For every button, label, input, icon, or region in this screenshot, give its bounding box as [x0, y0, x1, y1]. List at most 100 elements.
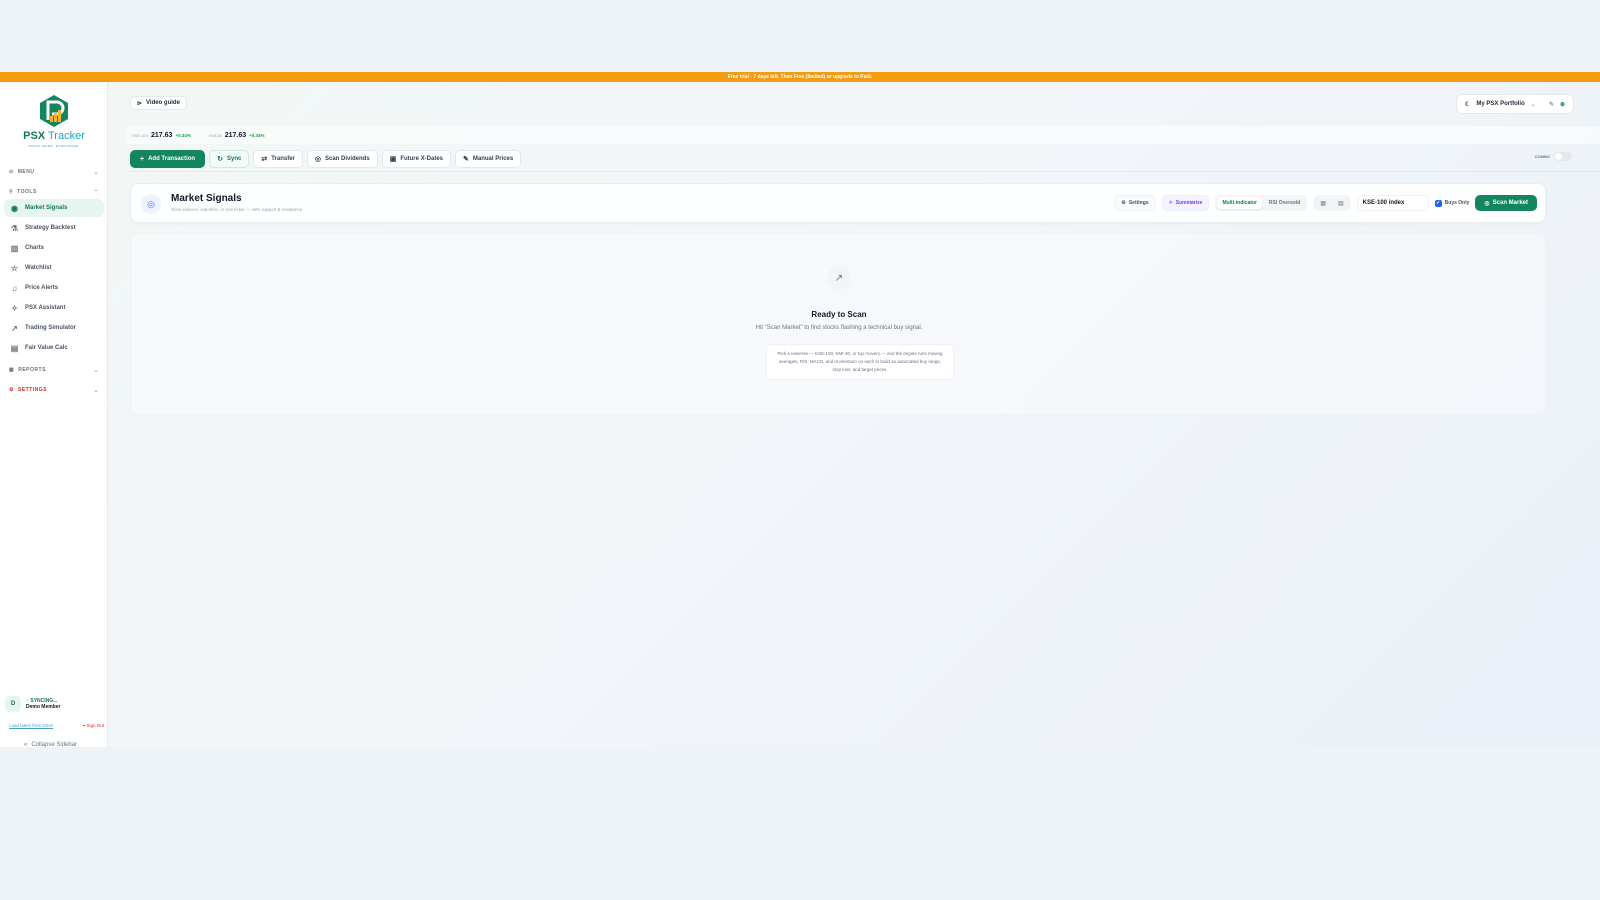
sidebar-item-label: Market Signals — [25, 205, 68, 211]
future-x-dates-button[interactable]: ▣ Future X-Dates — [381, 150, 451, 168]
bell-icon: ♫ — [11, 283, 18, 293]
add-transaction-label: Add Transaction — [148, 156, 196, 162]
radar-icon: ◎ — [1484, 200, 1490, 207]
manual-prices-button[interactable]: ✎ Manual Prices — [455, 150, 522, 168]
sidebar-item-strategy-backtest[interactable]: ⚗ Strategy Backtest — [4, 219, 104, 237]
user-meta: ◌ SYNCING... Demo Member — [26, 698, 60, 710]
play-circle-icon: ⊳ — [137, 100, 143, 107]
grid-view-icon[interactable]: ▦ — [1315, 197, 1331, 209]
sign-out-button[interactable]: ⇥ Sign Out — [81, 723, 104, 729]
index-change: +0.34% — [249, 133, 265, 138]
sidebar-item-label: Charts — [25, 245, 45, 251]
transfer-icon: ⇄ — [261, 156, 268, 163]
video-guide-label: Video guide — [146, 100, 180, 106]
sidebar-item-watchlist[interactable]: ☆ Watchlist — [4, 259, 104, 277]
star-icon: ☆ — [10, 263, 19, 273]
signal-controls: ⚙ Settings ✧ Summarize Multi-indicator R… — [1114, 195, 1537, 211]
brand-tagline: TRACK MORE. EARN MORE. — [28, 144, 80, 148]
buys-only-label: Buys Only — [1444, 200, 1470, 206]
sync-button[interactable]: ↻ Sync — [209, 150, 250, 168]
edit-icon[interactable]: ✎ — [1549, 101, 1554, 108]
tab-multi-indicator[interactable]: Multi-indicator — [1217, 197, 1262, 209]
universe-select[interactable]: KSE-100 index — [1356, 195, 1429, 211]
tab-rsi-oversold[interactable]: RSI Oversold — [1264, 197, 1305, 209]
sidebar-item-price-alerts[interactable]: ♫ Price Alerts — [4, 279, 104, 297]
summarize-button[interactable]: ✧ Summarize — [1161, 195, 1210, 211]
nav-section-settings[interactable]: ⚙ SETTINGS ⌄ — [9, 384, 99, 396]
chevron-down-icon: ⌄ — [93, 169, 99, 176]
sidebar: PSX Tracker TRACK MORE. EARN MORE. ⊙ MEN… — [0, 82, 108, 748]
sidebar-item-charts[interactable]: ▥ Charts — [4, 239, 104, 257]
index-label: KSE-100 — [132, 133, 149, 138]
sidebar-item-label: Watchlist — [25, 265, 52, 271]
add-transaction-button[interactable]: + Add Transaction — [130, 150, 206, 168]
trial-banner: Free trial · 7 days left. Then Free (lim… — [0, 72, 1600, 82]
buys-only-checkbox[interactable]: ✓ Buys Only — [1434, 199, 1470, 207]
coins-icon: ◎ — [314, 156, 321, 163]
bar-chart-icon: ▥ — [10, 243, 19, 253]
sidebar-item-label: Fair Value Calc — [25, 345, 68, 351]
chevron-up-icon: ⌃ — [93, 189, 99, 196]
collapse-sidebar-label: Collapse Sidebar — [31, 742, 78, 748]
sparkle-icon: ✧ — [11, 303, 18, 313]
sidebar-item-fair-value-calc[interactable]: ▤ Fair Value Calc — [4, 339, 104, 357]
app-shell: PSX Tracker TRACK MORE. EARN MORE. ⊙ MEN… — [0, 82, 1600, 748]
manual-prices-label: Manual Prices — [472, 156, 514, 162]
trial-banner-text: Free trial · 7 days left. Then Free (lim… — [727, 74, 873, 80]
gear-icon: ⚙ — [9, 387, 14, 393]
index-value: 217.63 — [151, 132, 173, 139]
sparkle-icon: ✧ — [1168, 200, 1173, 206]
sidebar-item-label: Strategy Backtest — [25, 225, 76, 231]
add-portfolio-icon[interactable]: ⊕ — [1560, 101, 1565, 108]
moon-icon[interactable]: ☾ — [1465, 101, 1470, 108]
nav-section-tools[interactable]: ⚲ TOOLS ⌃ — [9, 186, 99, 198]
scan-market-button[interactable]: ◎ Scan Market — [1475, 195, 1537, 211]
mode-switch: Multi-indicator RSI Oversold — [1215, 195, 1308, 211]
signal-icon: ◉ — [11, 203, 18, 213]
market-indices: KSE-100 217.63 +0.34% KMI-30 217.63 +0.3… — [132, 132, 265, 139]
results-empty-state: ↗ Ready to Scan Hit "Scan Market" to fin… — [130, 233, 1546, 415]
scan-dividends-label: Scan Dividends — [325, 156, 370, 162]
summarize-label: Summarize — [1175, 200, 1203, 206]
list-view-icon[interactable]: ▤ — [1333, 197, 1349, 209]
scan-dividends-button[interactable]: ◎ Scan Dividends — [306, 150, 378, 168]
portfolio-selector[interactable]: ☾ My PSX Portfolio ⌄ ✎ ⊕ — [1456, 94, 1574, 114]
nav-section-menu-label: MENU — [17, 169, 35, 175]
future-x-dates-label: Future X-Dates — [400, 156, 443, 162]
combo-label: COMBO — [1534, 154, 1550, 159]
trend-icon: ↗ — [11, 323, 18, 333]
combo-switch[interactable] — [1554, 152, 1572, 161]
sidebar-item-label: PSX Assistant — [25, 305, 66, 311]
video-guide-button[interactable]: ⊳ Video guide — [130, 96, 187, 110]
nav-section-menu[interactable]: ⊙ MENU ⌄ — [9, 166, 99, 178]
scan-market-label: Scan Market — [1492, 200, 1528, 206]
sidebar-item-market-signals[interactable]: ◉ Market Signals — [4, 199, 104, 217]
menu-icon: ⊙ — [9, 169, 14, 175]
double-chevron-left-icon: « — [24, 742, 28, 748]
nav-section-tools-label: TOOLS — [17, 189, 37, 195]
page-title: Market Signals — [171, 193, 242, 204]
brand-logo[interactable]: PSX Tracker TRACK MORE. EARN MORE. — [0, 94, 108, 148]
brand-name-part1: PSX — [23, 130, 46, 142]
nav-section-reports[interactable]: ▦ REPORTS ⌄ — [9, 364, 99, 376]
index-kse100: KSE-100 217.63 +0.34% — [132, 132, 191, 139]
settings-button[interactable]: ⚙ Settings — [1114, 195, 1156, 211]
sidebar-item-label: Trading Simulator — [25, 325, 77, 331]
sidebar-item-trading-simulator[interactable]: ↗ Trading Simulator — [4, 319, 104, 337]
user-profile[interactable]: D ◌ SYNCING... Demo Member — [5, 696, 103, 712]
sidebar-item-psx-assistant[interactable]: ✧ PSX Assistant — [4, 299, 104, 317]
trending-up-icon: ↗ — [827, 266, 851, 290]
nav-section-reports-label: REPORTS — [18, 367, 46, 373]
load-from-drive-link[interactable]: Load latest from Drive — [9, 723, 53, 729]
combo-toggle[interactable]: COMBO — [1535, 152, 1572, 161]
checkbox-checked-icon[interactable]: ✓ — [1434, 199, 1442, 207]
chevron-down-icon: ⌄ — [1530, 101, 1536, 108]
index-label: KMI-30 — [208, 133, 222, 138]
view-switch: ▦ ▤ — [1313, 195, 1351, 211]
transfer-button[interactable]: ⇄ Transfer — [253, 150, 303, 168]
brand-name-part2: Tracker — [45, 130, 85, 142]
sidebar-footer-links: Load latest from Drive ⇥ Sign Out — [9, 723, 104, 729]
calendar-icon: ▣ — [389, 156, 397, 163]
collapse-sidebar-button[interactable]: « Collapse Sidebar — [24, 742, 77, 748]
index-value: 217.63 — [224, 132, 247, 139]
